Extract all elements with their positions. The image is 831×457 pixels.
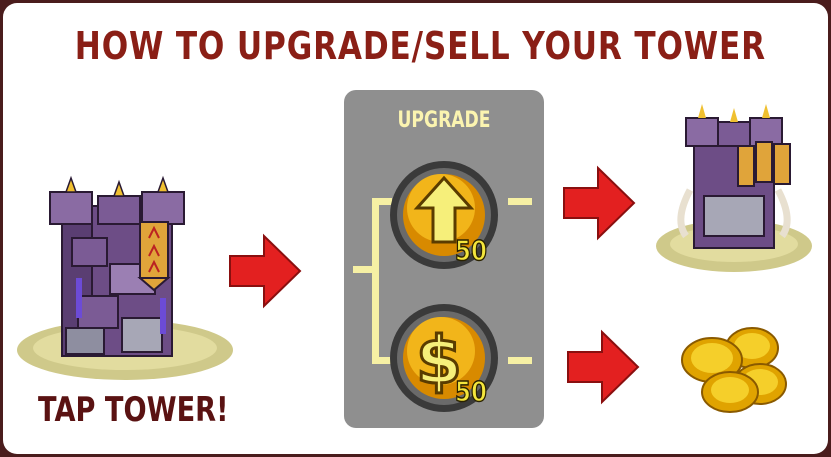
tower-icon[interactable] <box>10 175 233 388</box>
right-arrow-icon <box>229 233 302 309</box>
page-title: HOW TO UPGRADE/SELL YOUR TOWER <box>74 24 766 68</box>
sell-button[interactable]: $ 50 <box>389 303 499 413</box>
gold-coins-icon <box>681 327 787 413</box>
right-arrow-icon <box>567 329 640 405</box>
menu-label: UPGRADE <box>397 108 491 133</box>
upgraded-tower-icon <box>656 104 812 272</box>
tap-tower-caption: TAP TOWER! <box>38 390 229 430</box>
bracket-line <box>372 198 379 364</box>
bracket-line <box>508 198 532 205</box>
right-arrow-icon <box>563 165 636 241</box>
bracket-line <box>353 266 375 273</box>
sell-cost: 50 <box>454 374 487 409</box>
upgrade-button[interactable]: 50 <box>389 160 499 270</box>
bracket-line <box>508 357 532 364</box>
upgrade-cost: 50 <box>454 233 487 268</box>
